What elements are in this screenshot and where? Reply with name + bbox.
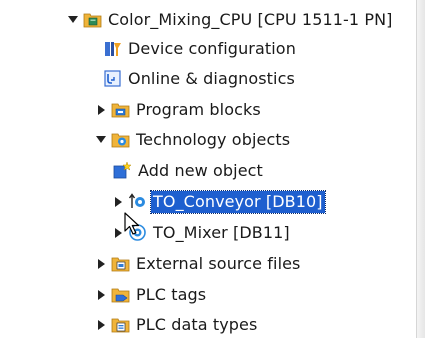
- add-new-object-icon: [113, 161, 132, 180]
- tree-item-label: External source files: [136, 253, 301, 273]
- expand-arrow-right-icon[interactable]: [94, 257, 108, 271]
- expand-arrow-down-icon[interactable]: [94, 133, 108, 147]
- tree-item-label: Program blocks: [136, 99, 261, 119]
- tree-item-add-new-object[interactable]: Add new object: [113, 155, 265, 186]
- tree-item-label: Add new object: [138, 160, 263, 180]
- program-blocks-folder-icon: [111, 100, 130, 119]
- cpu-folder-icon: [83, 10, 102, 29]
- mouse-pointer-icon: [124, 212, 140, 235]
- technology-objects-folder-icon: [111, 130, 130, 149]
- expand-arrow-right-icon[interactable]: [111, 195, 125, 209]
- tree-item-to-conveyor[interactable]: TO_Conveyor [DB10]: [111, 186, 326, 217]
- tree-item-label: Device configuration: [128, 38, 296, 58]
- tree-item-label: TO_Mixer [DB11]: [153, 222, 290, 242]
- tree-item-root[interactable]: Color_Mixing_CPU [CPU 1511-1 PN]: [66, 4, 395, 35]
- tree-item-external-source-files[interactable]: External source files: [94, 248, 303, 279]
- tree-item-label: PLC data types: [136, 314, 258, 334]
- device-configuration-icon: [103, 39, 122, 58]
- tree-item-device-configuration[interactable]: Device configuration: [103, 33, 298, 64]
- tree-item-program-blocks[interactable]: Program blocks: [94, 94, 263, 125]
- expand-arrow-right-icon[interactable]: [94, 103, 108, 117]
- tree-item-label: Technology objects: [136, 129, 291, 149]
- expand-arrow-right-icon[interactable]: [94, 288, 108, 302]
- expand-arrow-down-icon[interactable]: [66, 13, 80, 27]
- external-source-files-folder-icon: [111, 254, 130, 273]
- expand-arrow-right-icon[interactable]: [111, 226, 125, 240]
- plc-tags-folder-icon: [111, 285, 130, 304]
- tree-item-technology-objects[interactable]: Technology objects: [94, 124, 292, 155]
- tree-item-label: PLC tags: [136, 284, 207, 304]
- tree-item-label: TO_Conveyor [DB10]: [150, 189, 326, 214]
- tree-item-plc-tags[interactable]: PLC tags: [94, 279, 208, 310]
- expand-arrow-right-icon[interactable]: [94, 318, 108, 332]
- tree-item-label: Online & diagnostics: [128, 68, 295, 88]
- online-diagnostics-icon: [103, 69, 122, 88]
- plc-data-types-folder-icon: [111, 315, 130, 334]
- tree-item-plc-data-types[interactable]: PLC data types: [94, 309, 259, 340]
- conveyor-technology-object-icon: [128, 192, 147, 211]
- tree-item-online-diagnostics[interactable]: Online & diagnostics: [103, 63, 297, 94]
- tree-item-label: Color_Mixing_CPU [CPU 1511-1 PN]: [108, 9, 393, 29]
- tree-panel-edge: [416, 0, 425, 338]
